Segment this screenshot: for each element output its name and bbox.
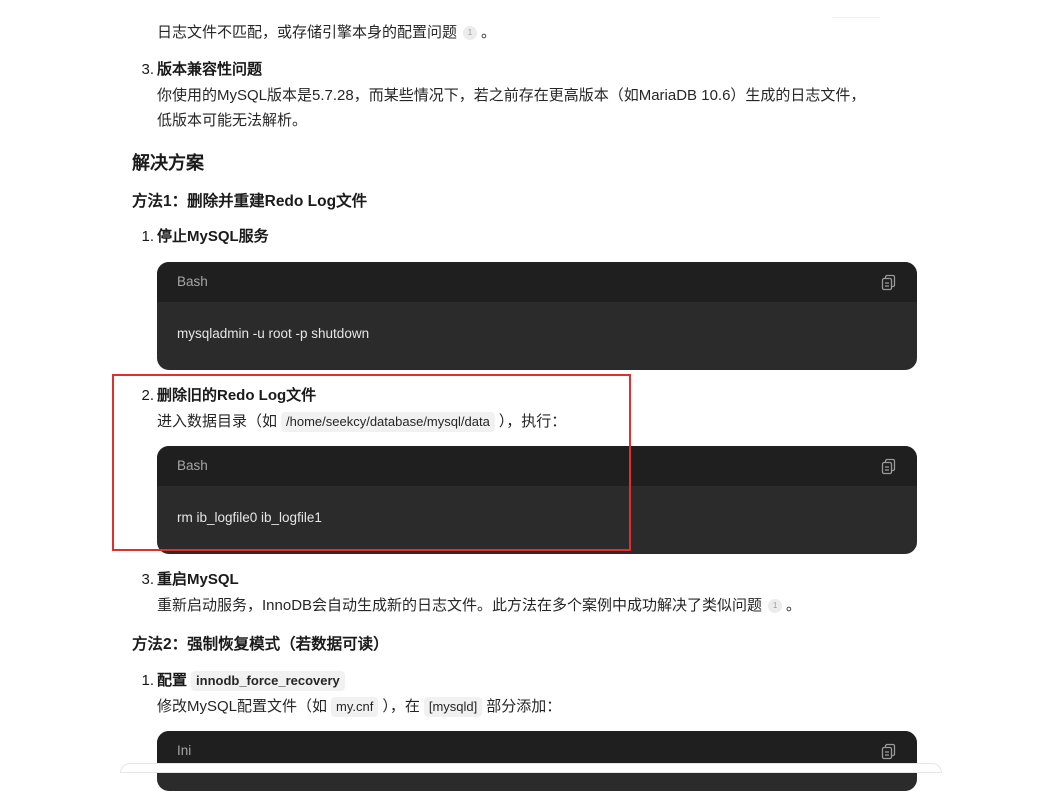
code-block-ini: Ini (157, 731, 917, 791)
method2-step1-desc: 修改MySQL配置文件（如 my.cnf ），在 [mysqld] 部分添加： (157, 696, 561, 718)
step-title: 重启MySQL (157, 571, 239, 588)
copy-icon[interactable] (881, 743, 897, 760)
list-number: 3. (141, 61, 154, 78)
copy-icon[interactable] (881, 458, 897, 475)
code-body[interactable]: mysqladmin -u root -p shutdown (157, 302, 917, 370)
item-desc-line1: 你使用的MySQL版本是5.7.28，而某些情况下，若之前存在更高版本（如Mar… (157, 87, 866, 104)
copy-icon[interactable] (881, 274, 897, 291)
citation-badge[interactable]: 1 (768, 599, 783, 614)
inline-code: innodb_force_recovery (191, 671, 345, 691)
method1-step2-desc: 进入数据目录（如/home/seekcy/database/mysql/data… (157, 411, 566, 433)
desc-text: 部分添加： (486, 698, 562, 715)
code-body[interactable]: rm ib_logfile0 ib_logfile1 (157, 486, 917, 554)
method1-step1-title: 1. 停止MySQL服务 (130, 226, 269, 248)
code-header: Bash (157, 262, 917, 302)
citation-badge[interactable]: 1 (463, 26, 478, 41)
desc-text: 重新启动服务，InnoDB会自动生成新的日志文件。此方法在多个案例中成功解决了类… (157, 597, 763, 614)
step-title: 配置 (157, 672, 188, 689)
list-number: 1. (141, 228, 154, 245)
method1-step3-desc: 重新启动服务，InnoDB会自动生成新的日志文件。此方法在多个案例中成功解决了类… (157, 595, 801, 617)
paragraph-top: 日志文件不匹配，或存储引擎本身的配置问题 1。 (157, 22, 496, 44)
method1-step3-title: 3. 重启MySQL (130, 569, 239, 591)
method2-step1-title: 1. 配置 innodb_force_recovery (130, 670, 349, 692)
paragraph-tail: 。 (481, 24, 497, 41)
code-line: mysqladmin -u root -p shutdown (177, 326, 370, 341)
code-language-label: Bash (177, 458, 208, 473)
list-number: 3. (141, 571, 154, 588)
paragraph-text: 日志文件不匹配，或存储引擎本身的配置问题 (157, 24, 458, 41)
method2-heading: 方法2：强制恢复模式（若数据可读） (132, 636, 389, 653)
item-desc-line2: 低版本可能无法解析。 (157, 112, 308, 129)
inline-code: my.cnf (331, 697, 379, 717)
code-header: Bash (157, 446, 917, 486)
method1-step2-title: 2. 删除旧的Redo Log文件 (130, 385, 316, 407)
list-number: 2. (141, 387, 154, 404)
inline-code: [mysqld] (423, 697, 483, 717)
step-title: 删除旧的Redo Log文件 (157, 387, 317, 404)
chat-input-bar[interactable] (120, 763, 942, 773)
top-divider (832, 17, 880, 18)
item-title: 版本兼容性问题 (157, 61, 263, 78)
desc-text: ），执行： (498, 413, 567, 430)
step-title: 停止MySQL服务 (157, 228, 269, 245)
code-block-remove: Bash rm ib_logfile0 ib_logfile1 (157, 446, 917, 554)
desc-text: 修改MySQL配置文件（如 (157, 698, 328, 715)
desc-tail: 。 (786, 597, 802, 614)
code-block-stop: Bash mysqladmin -u root -p shutdown (157, 262, 917, 370)
list-item-title: 3. 版本兼容性问题 (130, 59, 262, 81)
code-line: rm ib_logfile0 ib_logfile1 (177, 510, 322, 525)
code-language-label: Bash (177, 274, 208, 289)
inline-code: /home/seekcy/database/mysql/data (281, 412, 495, 432)
desc-text: 进入数据目录（如 (157, 413, 278, 430)
method1-heading: 方法1：删除并重建Redo Log文件 (132, 193, 368, 210)
section-heading: 解决方案 (132, 153, 204, 173)
list-number: 1. (141, 672, 154, 689)
desc-text: ），在 (382, 698, 420, 715)
